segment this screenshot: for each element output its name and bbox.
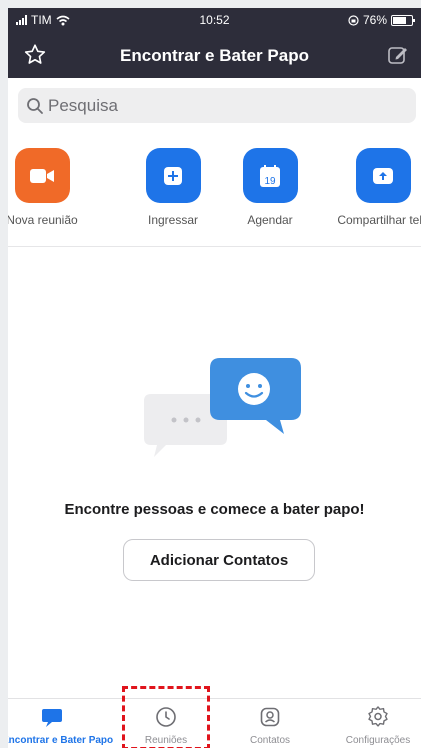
chat-bubble-icon xyxy=(42,709,62,727)
battery-percent: 76% xyxy=(362,13,387,27)
status-bar: TIM 10:52 76% xyxy=(8,8,421,30)
share-screen-tile[interactable] xyxy=(355,148,411,203)
tab-meetings-icon-wrap xyxy=(116,705,216,729)
calendar-icon: 19 xyxy=(260,164,280,187)
join-label: Ingressar xyxy=(147,213,199,227)
page-title: Encontrar e Bater Papo xyxy=(120,46,309,65)
quick-actions: Nova reunião Ingressar 19 Agendar Compar… xyxy=(8,148,421,238)
new-meeting-button[interactable]: Nova reunião xyxy=(8,148,97,227)
share-screen-icon xyxy=(373,167,393,184)
tab-chat-label: Encontrar e Bater Papo xyxy=(8,735,114,746)
chat-bubbles-icon xyxy=(144,358,301,457)
app-screen: TIM 10:52 76% Encontrar e Bater Papo Pes… xyxy=(8,8,421,748)
tab-contacts-icon-wrap xyxy=(220,705,320,729)
schedule-label: Agendar xyxy=(247,213,293,227)
schedule-tile[interactable]: 19 xyxy=(242,148,298,203)
tab-contacts-label: Contatos xyxy=(249,735,291,746)
orientation-lock-icon xyxy=(348,14,359,26)
join-button[interactable]: Ingressar xyxy=(118,148,228,227)
compose-button[interactable] xyxy=(387,44,409,66)
status-right: 76% xyxy=(348,13,415,27)
calendar-day: 19 xyxy=(264,176,276,187)
tab-meetings[interactable]: Reuniões xyxy=(116,705,216,746)
search-input[interactable]: Pesquisa xyxy=(18,88,416,123)
search-placeholder: Pesquisa xyxy=(48,95,118,115)
tab-settings-icon-wrap xyxy=(328,705,421,729)
new-meeting-label: Nova reunião xyxy=(8,213,78,227)
tab-contacts[interactable]: Contatos xyxy=(220,705,320,746)
tab-meetings-label: Reuniões xyxy=(144,735,188,746)
tab-bar: Encontrar e Bater Papo Reuniões Contatos xyxy=(8,698,421,748)
join-tile[interactable] xyxy=(145,148,201,203)
gear-icon xyxy=(368,706,388,727)
add-contacts-button[interactable]: Adicionar Contatos xyxy=(123,539,315,581)
schedule-button[interactable]: 19 Agendar xyxy=(215,148,325,227)
share-screen-button[interactable]: Compartilhar tela xyxy=(328,148,421,227)
clock-icon xyxy=(156,707,176,727)
empty-state-message: Encontre pessoas e comece a bater papo! xyxy=(64,501,365,518)
plus-icon xyxy=(164,166,182,185)
share-screen-label: Compartilhar tela xyxy=(337,213,421,227)
section-divider xyxy=(8,246,421,247)
chat-illustration xyxy=(138,356,308,466)
tab-settings-label: Configurações xyxy=(345,735,411,746)
battery-icon xyxy=(391,14,415,26)
tab-chat[interactable]: Encontrar e Bater Papo xyxy=(8,705,114,746)
new-meeting-tile[interactable] xyxy=(14,148,70,203)
top-header: TIM 10:52 76% Encontrar e Bater Papo xyxy=(8,8,421,78)
search-icon xyxy=(27,97,43,114)
tab-settings[interactable]: Configurações xyxy=(328,705,421,746)
title-bar: Encontrar e Bater Papo xyxy=(8,38,421,74)
compose-icon xyxy=(388,47,407,64)
contact-icon xyxy=(260,707,280,727)
video-camera-icon xyxy=(30,168,54,183)
tab-chat-icon-wrap xyxy=(8,705,102,729)
